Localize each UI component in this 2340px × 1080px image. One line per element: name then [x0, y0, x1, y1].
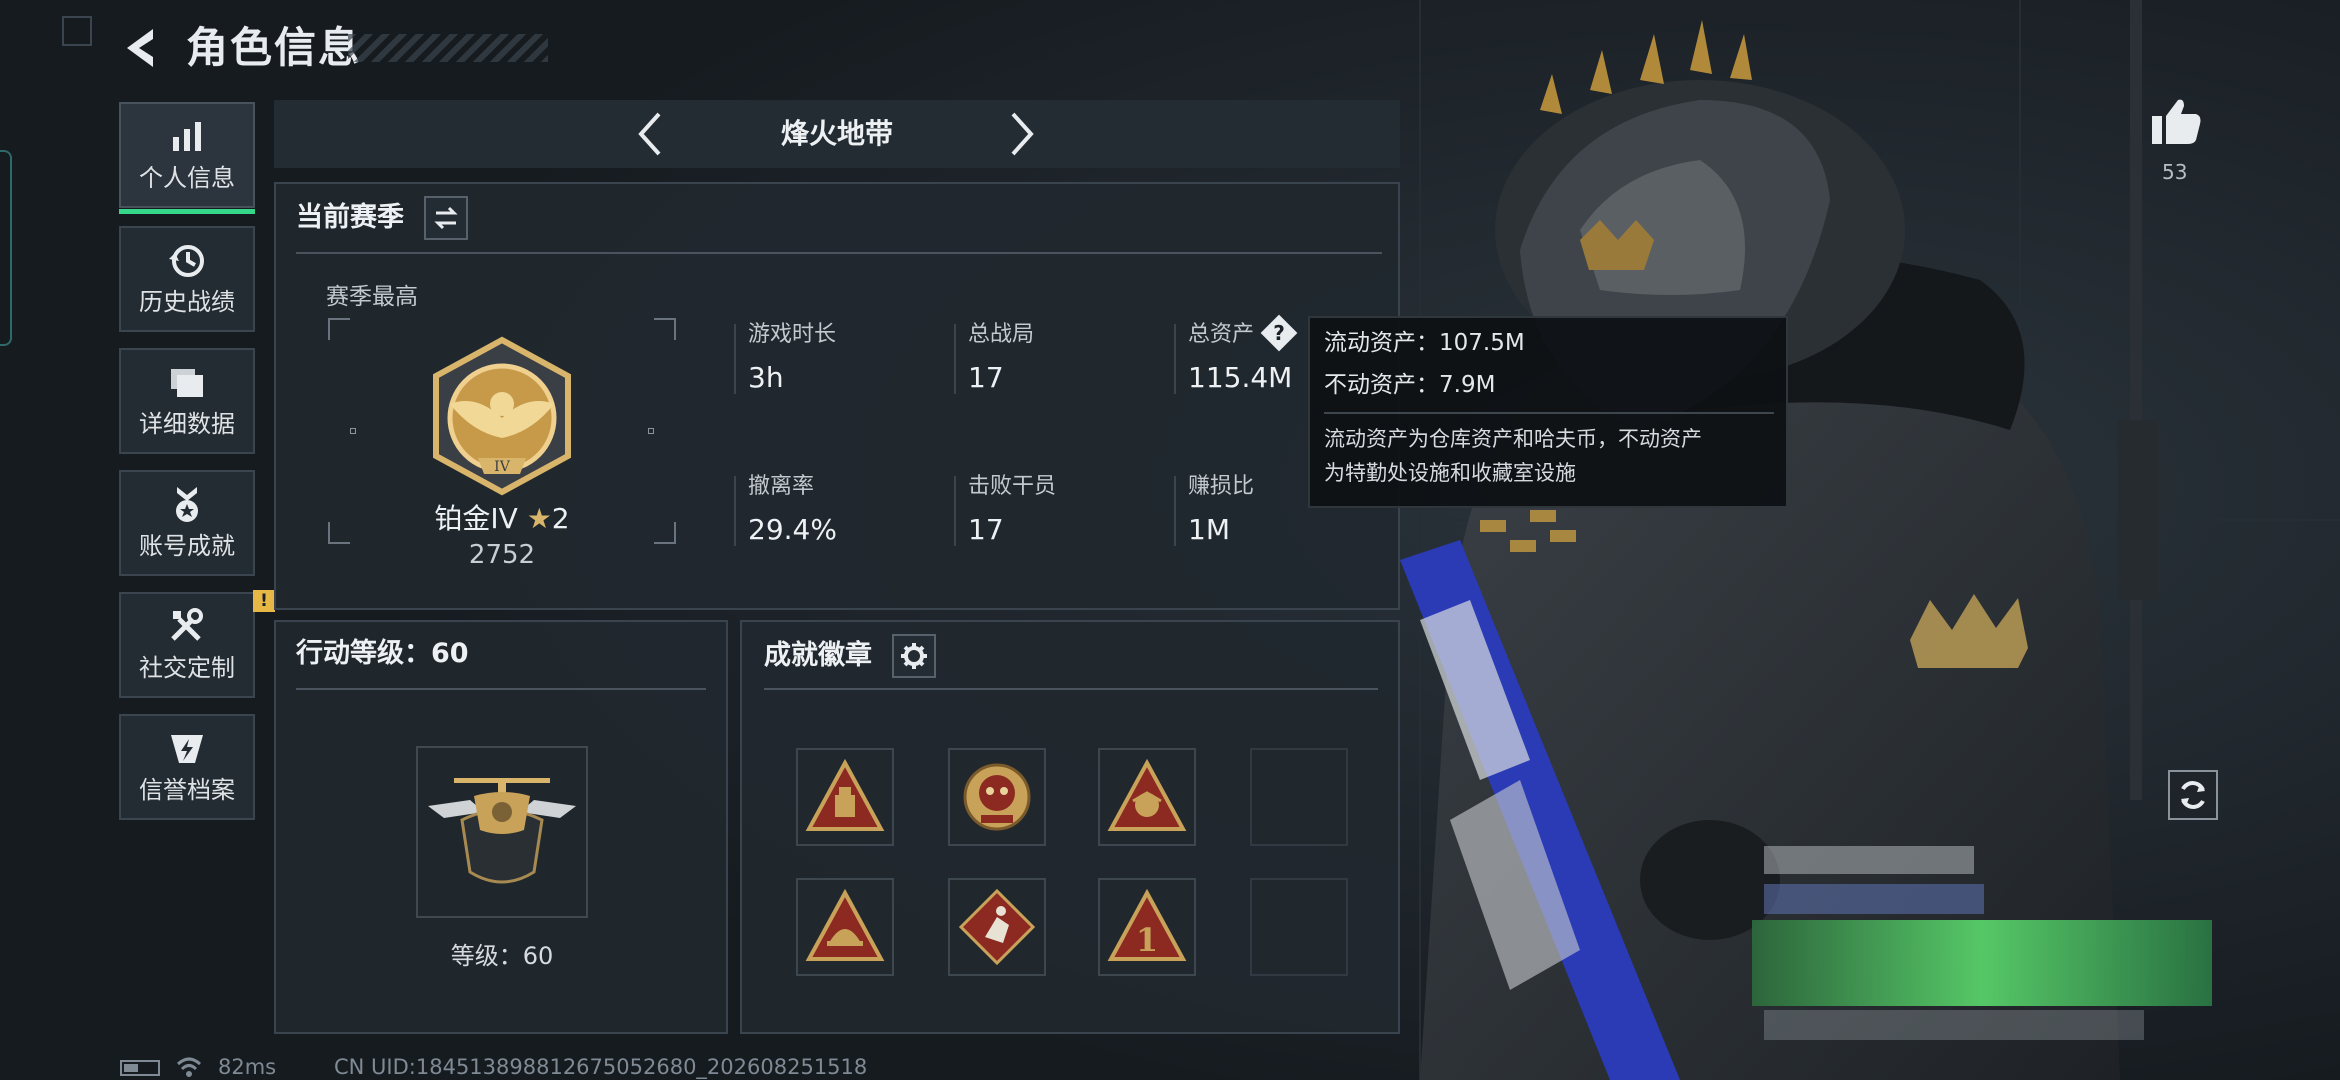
history-clock-icon: [169, 245, 204, 277]
rank-score: 2752: [468, 540, 536, 570]
triangle-emblem-badge-icon: [1107, 758, 1187, 831]
rank-numeral: IV: [494, 459, 511, 475]
sidebar-item-label: 账号成就: [139, 532, 235, 560]
alert-badge: !: [253, 590, 275, 612]
sidebar-item-personal-info[interactable]: 个人信息: [119, 102, 255, 214]
current-season-title: 当前赛季: [296, 202, 404, 233]
rank-emblem-icon: IV: [433, 336, 571, 496]
rank-name-row: 铂金IV ★2: [428, 500, 576, 538]
diamond-runner-badge-icon: [958, 888, 1036, 966]
achievement-badge[interactable]: [948, 878, 1046, 976]
season-switch-button[interactable]: [424, 196, 468, 240]
stat-value: 3h: [748, 361, 784, 394]
sidebar-item-label: 详细数据: [139, 410, 235, 438]
gear-icon: [901, 643, 927, 669]
help-question-mark: ?: [1273, 321, 1285, 345]
sidebar-item-social-customize[interactable]: 社交定制 !: [119, 590, 275, 698]
achievement-badges-title: 成就徽章: [764, 640, 872, 671]
page-title: 角色信息: [186, 23, 363, 72]
stat-separator: [1174, 476, 1176, 546]
action-level-title: 行动等级：60: [296, 638, 469, 669]
stat-label: 击败干员: [968, 474, 1057, 499]
back-button[interactable]: [116, 22, 168, 74]
stat-value: 17: [968, 513, 1004, 546]
ping-text: 82ms: [218, 1055, 277, 1079]
stat-separator: [734, 476, 736, 546]
tooltip-note-line2: 为特勤处设施和收藏室设施: [1324, 461, 1576, 485]
stat-label: 撤离率: [748, 474, 815, 499]
divider-line: [764, 688, 1378, 690]
stat-label: 总战局: [968, 322, 1035, 347]
stat-value: 29.4%: [748, 513, 837, 546]
tooltip-divider: [1324, 412, 1774, 414]
title-hatch-decoration: [348, 34, 548, 62]
stat-label: 游戏时长: [748, 322, 837, 347]
badge-settings-button[interactable]: [892, 634, 936, 678]
stat-separator: [734, 324, 736, 394]
divider-line: [296, 252, 1382, 254]
empty-badge-slot[interactable]: [1250, 748, 1348, 846]
divider-line: [296, 688, 706, 690]
stat-value: 1M: [1188, 513, 1230, 546]
asset-tooltip: 流动资产：107.5M 不动资产：7.9M 流动资产为仓库资产和哈夫币，不动资产…: [1308, 316, 1788, 508]
stat-label: 总资产: [1188, 322, 1255, 347]
stat-separator: [954, 476, 956, 546]
stat-value: 17: [968, 361, 1004, 394]
next-mode-button[interactable]: [988, 100, 1056, 168]
stat-label: 赚损比: [1188, 474, 1255, 499]
chevron-left-icon: [127, 29, 153, 67]
like-button[interactable]: [2150, 96, 2202, 146]
triangle-number-one-badge-icon: 1: [1107, 888, 1187, 961]
edge-handle[interactable]: [0, 150, 12, 346]
corner-square-decoration: [62, 16, 92, 46]
battery-icon: [120, 1060, 160, 1076]
stat-separator: [1174, 324, 1176, 394]
triangle-helmet-badge-icon: [805, 888, 885, 961]
achievement-badge[interactable]: [796, 878, 894, 976]
season-peak-label: 赛季最高: [326, 284, 418, 310]
empty-badge-slot[interactable]: [1250, 878, 1348, 976]
sidebar-item-reputation[interactable]: 信誉档案: [119, 714, 255, 820]
stat-separator: [954, 324, 956, 394]
sidebar-item-label: 历史战绩: [139, 288, 235, 316]
sidebar-item-history[interactable]: 历史战绩: [119, 226, 255, 332]
level-text: 等级：60: [450, 942, 554, 970]
star-icon: ★: [526, 502, 552, 535]
achievement-badge[interactable]: 1: [1098, 878, 1196, 976]
folder-stack-icon: [171, 369, 203, 397]
shield-lightning-icon: [171, 735, 203, 763]
sidebar-item-detailed-data[interactable]: 详细数据: [119, 348, 255, 454]
rank-name: 铂金IV: [434, 502, 518, 535]
rotate-icon: [2181, 781, 2205, 809]
helicopter-emblem-icon: [428, 778, 576, 884]
sidebar-item-label: 信誉档案: [139, 776, 235, 804]
bar-chart-icon: [173, 122, 201, 151]
mode-title: 烽火地带: [780, 117, 893, 150]
stat-value: 115.4M: [1188, 361, 1293, 394]
chevron-right-icon: [1011, 112, 1034, 156]
triangle-crate-badge-icon: [805, 758, 885, 831]
svg-text:1: 1: [1136, 921, 1158, 959]
sidebar-item-label: 社交定制: [139, 654, 235, 682]
rotate-model-button[interactable]: [2168, 770, 2218, 820]
like-count: 53: [2162, 160, 2188, 184]
round-skull-badge-icon: [963, 763, 1031, 831]
tooltip-liquid-assets: 流动资产：107.5M: [1324, 330, 1525, 356]
swap-arrows-icon: [434, 206, 458, 230]
wifi-icon: [176, 1057, 202, 1077]
tools-icon: [171, 608, 203, 641]
uid-text: CN UID:184513898812675052680_20260825151…: [334, 1055, 868, 1079]
achievement-badge[interactable]: [948, 748, 1046, 846]
medal-icon: [176, 487, 198, 522]
tooltip-fixed-assets: 不动资产：7.9M: [1324, 372, 1496, 398]
sidebar-item-achievements[interactable]: 账号成就: [119, 470, 255, 576]
sidebar-item-label: 个人信息: [139, 164, 235, 192]
achievement-badge[interactable]: [796, 748, 894, 846]
achievement-badge[interactable]: [1098, 748, 1196, 846]
rank-stars: 2: [551, 502, 570, 535]
tooltip-note-line1: 流动资产为仓库资产和哈夫币，不动资产: [1324, 427, 1702, 451]
